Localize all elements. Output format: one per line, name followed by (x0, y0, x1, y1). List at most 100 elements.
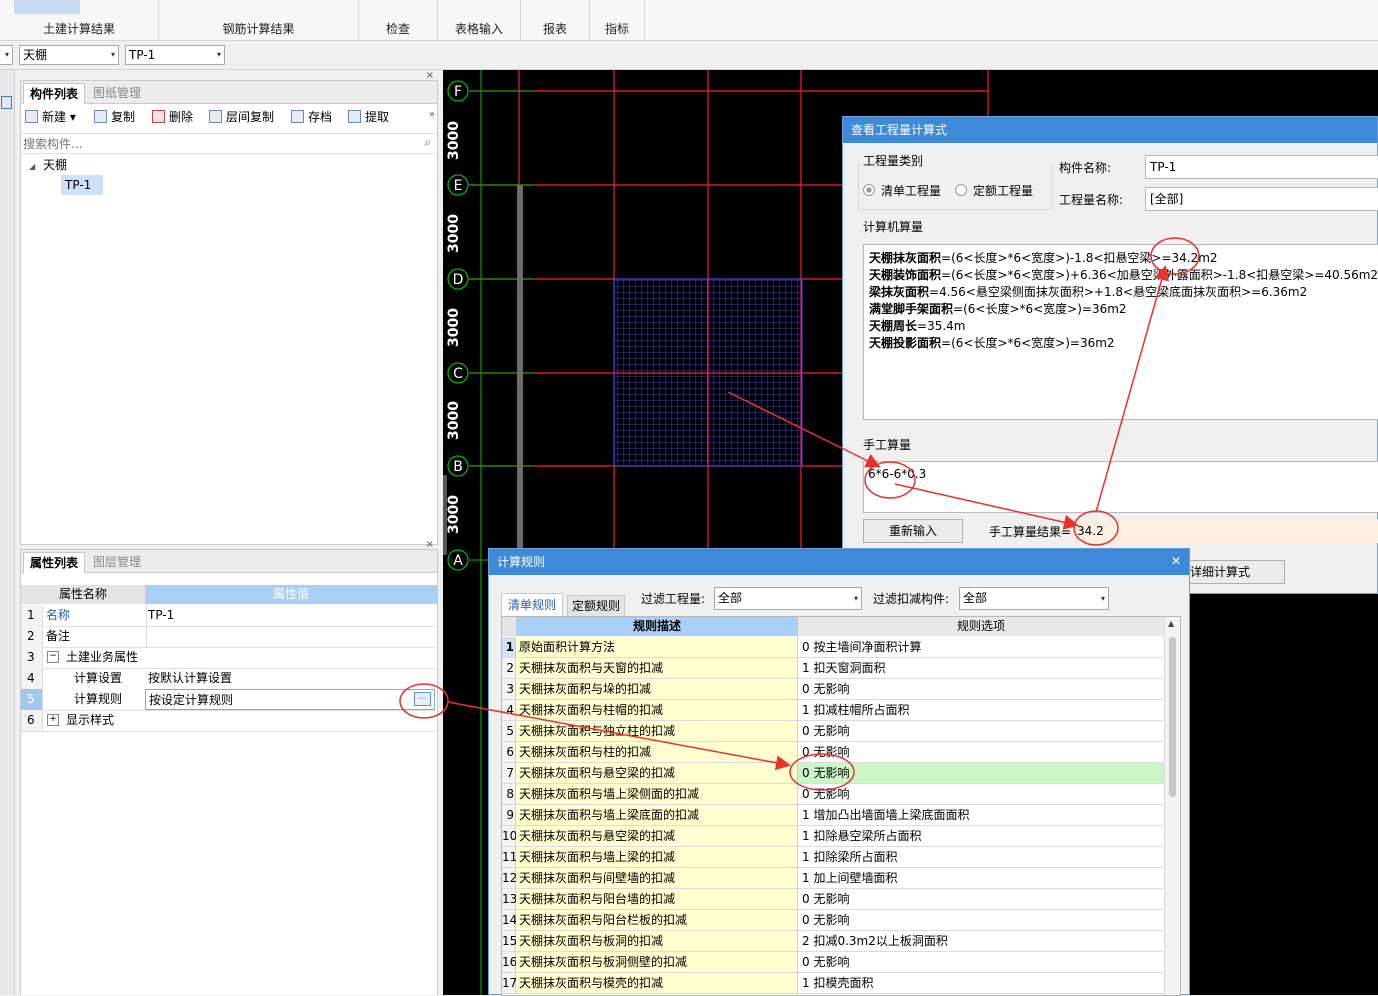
axis-bubble-c[interactable]: C (447, 362, 469, 384)
ribbon-tab-report[interactable]: 报表 (521, 0, 590, 40)
scrollbar-thumb[interactable] (1169, 637, 1176, 797)
property-name: 名称 (44, 605, 147, 626)
rule-row[interactable]: 14 天棚抹灰面积与阳台栏板的扣减 0 无影响 (502, 910, 1164, 931)
rule-option[interactable]: 1 扣除悬空梁所占面积 (798, 826, 1164, 847)
ellipsis-button[interactable]: ··· (414, 692, 431, 706)
layers-icon[interactable] (1, 96, 12, 109)
rule-option[interactable]: 0 无影响 (798, 742, 1164, 763)
tree-item-tp1[interactable]: TP-1 (61, 175, 103, 195)
close-icon[interactable]: × (426, 539, 434, 550)
tab-list-rules[interactable]: 清单规则 (501, 593, 564, 616)
rule-row[interactable]: 17 天棚抹灰面积与模壳的扣减 1 扣模壳面积 (502, 973, 1164, 994)
property-row-selected[interactable]: 5 计算规则 按设定计算规则 ··· (21, 689, 436, 711)
rule-row-selected[interactable]: 7 天棚抹灰面积与悬空梁的扣减 0 无影响 (502, 763, 1164, 784)
tree-root-label: 天棚 (42, 158, 67, 172)
filter-qty-select[interactable]: 全部 ▾ (714, 587, 862, 610)
axis-bubble-d[interactable]: D (447, 268, 469, 290)
ribbon-tab-table-input[interactable]: 表格输入 (438, 0, 521, 40)
property-row[interactable]: 3 土建业务属性 − (21, 647, 436, 669)
rule-option[interactable]: 0 无影响 (798, 784, 1164, 805)
property-row[interactable]: 2 备注 (21, 626, 436, 648)
tab-drawing-management[interactable]: 图纸管理 (87, 83, 147, 103)
floor-select-stub[interactable]: ▾ (0, 45, 13, 65)
component-select[interactable]: TP-1 ▾ (125, 45, 225, 65)
rule-row[interactable]: 16 天棚抹灰面积与板洞侧壁的扣减 0 无影响 (502, 952, 1164, 973)
rule-row[interactable]: 15 天棚抹灰面积与板洞的扣减 2 扣减0.3m2以上板洞面积 (502, 931, 1164, 952)
extract-button[interactable]: 提取 (348, 107, 389, 127)
rule-option[interactable]: 0 无影响 (798, 721, 1164, 742)
expand-icon[interactable]: + (47, 714, 59, 726)
rule-row[interactable]: 13 天棚抹灰面积与阳台墙的扣减 0 无影响 (502, 889, 1164, 910)
property-value-editor[interactable]: 按设定计算规则 (145, 689, 435, 710)
tab-component-list[interactable]: 构件列表 (23, 83, 86, 104)
rule-row[interactable]: 1 原始面积计算方法 0 按主墙间净面积计算 (502, 637, 1164, 658)
property-row[interactable]: 4 计算设置 按默认计算设置 (21, 668, 436, 690)
scroll-up-icon[interactable]: ▲ (1168, 619, 1174, 628)
search-box[interactable]: ⌕ (21, 133, 437, 154)
tab-layer-management[interactable]: 图层管理 (87, 552, 147, 572)
property-value[interactable]: 按默认计算设置 (145, 668, 438, 689)
rule-row[interactable]: 2 天棚抹灰面积与天窗的扣减 1 扣天窗洞面积 (502, 658, 1164, 679)
rule-row[interactable]: 12 天棚抹灰面积与间壁墙的扣减 1 加上间壁墙面积 (502, 868, 1164, 889)
rule-row[interactable]: 3 天棚抹灰面积与垛的扣减 0 无影响 (502, 679, 1164, 700)
rule-option[interactable]: 1 扣天窗洞面积 (798, 658, 1164, 679)
rule-row[interactable]: 5 天棚抹灰面积与独立柱的扣减 0 无影响 (502, 721, 1164, 742)
rule-option[interactable]: 1 扣除梁所占面积 (798, 847, 1164, 868)
rule-row[interactable]: 10 天棚抹灰面积与悬空梁的扣减 1 扣除悬空梁所占面积 (502, 826, 1164, 847)
filter-deduct-select[interactable]: 全部 ▾ (959, 587, 1109, 610)
manual-input-box[interactable]: 6*6-6*0.3 (863, 461, 1378, 513)
ceiling-tp1-mesh[interactable] (613, 278, 803, 467)
rule-option[interactable]: 2 扣减0.3m2以上板洞面积 (798, 931, 1164, 952)
tab-quota-rules[interactable]: 定额规则 (567, 595, 626, 616)
tree-root[interactable]: ◢ 天棚 (29, 156, 67, 173)
wall-segment[interactable] (517, 185, 523, 565)
rule-row[interactable]: 11 天棚抹灰面积与墙上梁的扣减 1 扣除梁所占面积 (502, 847, 1164, 868)
floor-copy-button[interactable]: 层间复制 (209, 107, 274, 127)
ribbon-tab-check[interactable]: 检查 (359, 0, 438, 40)
collapse-icon[interactable]: − (47, 651, 59, 663)
axis-bubble-b[interactable]: B (447, 455, 469, 477)
axis-bubble-a[interactable]: A (447, 549, 469, 571)
property-row[interactable]: 6 显示样式 + (21, 710, 436, 732)
rule-option[interactable]: 1 增加凸出墙面墙上梁底面面积 (798, 805, 1164, 826)
ribbon-tab-civil-results[interactable]: 土建计算结果 (0, 0, 159, 40)
rule-option[interactable]: 1 扣减柱帽所占面积 (798, 700, 1164, 721)
rule-option[interactable]: 0 按主墙间净面积计算 (798, 637, 1164, 658)
axis-bubble-f[interactable]: F (447, 80, 469, 102)
search-icon[interactable]: ⌕ (424, 135, 431, 150)
rule-option[interactable]: 0 无影响 (798, 679, 1164, 700)
rule-option[interactable]: 1 加上间壁墙面积 (798, 868, 1164, 889)
delete-button[interactable]: 删除 (152, 107, 193, 127)
rule-row[interactable]: 9 天棚抹灰面积与墙上梁底面的扣减 1 增加凸出墙面墙上梁底面面积 (502, 805, 1164, 826)
tab-property-list[interactable]: 属性列表 (23, 552, 86, 573)
more-icon[interactable]: » (429, 109, 435, 120)
rule-option[interactable]: 0 无影响 (798, 763, 1164, 784)
category-select[interactable]: 天棚 ▾ (19, 45, 119, 65)
radio-quota-qty[interactable]: 定额工程量 (955, 183, 1033, 199)
radio-list-qty[interactable]: 清单工程量 (863, 183, 941, 199)
rule-row[interactable]: 4 天棚抹灰面积与柱帽的扣减 1 扣减柱帽所占面积 (502, 700, 1164, 721)
rule-option[interactable]: 1 扣模壳面积 (798, 973, 1164, 994)
reinput-button[interactable]: 重新输入 (863, 519, 963, 543)
rule-option[interactable]: 0 无影响 (798, 952, 1164, 973)
category-select-value: 天棚 (23, 48, 48, 62)
search-input[interactable] (21, 134, 405, 153)
close-icon[interactable]: × (426, 70, 434, 81)
property-value[interactable]: TP-1 (145, 605, 438, 626)
axis-bubble-e[interactable]: E (447, 174, 469, 196)
close-icon[interactable]: ✕ (1171, 554, 1181, 568)
new-button[interactable]: 新建 ▾ (25, 107, 76, 127)
rule-row[interactable]: 6 天棚抹灰面积与柱的扣减 0 无影响 (502, 742, 1164, 763)
ribbon-tab-rebar-results[interactable]: 钢筋计算结果 (159, 0, 359, 40)
property-value[interactable] (145, 626, 438, 647)
rule-row[interactable]: 8 天棚抹灰面积与墙上梁侧面的扣减 0 无影响 (502, 784, 1164, 805)
copy-button[interactable]: 复制 (94, 107, 135, 127)
qty-name-field[interactable]: [全部] (1145, 187, 1378, 211)
vertical-scrollbar[interactable]: ▲ (1164, 617, 1180, 995)
computer-formula-box[interactable]: 天棚抹灰面积=(6<长度>*6<宽度>)-1.8<扣悬空梁>=34.2m2 天棚… (863, 244, 1378, 420)
property-row[interactable]: 1 名称 TP-1 (21, 605, 436, 627)
rule-option[interactable]: 0 无影响 (798, 910, 1164, 931)
archive-button[interactable]: 存档 (291, 107, 332, 127)
rule-option[interactable]: 0 无影响 (798, 889, 1164, 910)
ribbon-tab-index[interactable]: 指标 (590, 0, 645, 40)
